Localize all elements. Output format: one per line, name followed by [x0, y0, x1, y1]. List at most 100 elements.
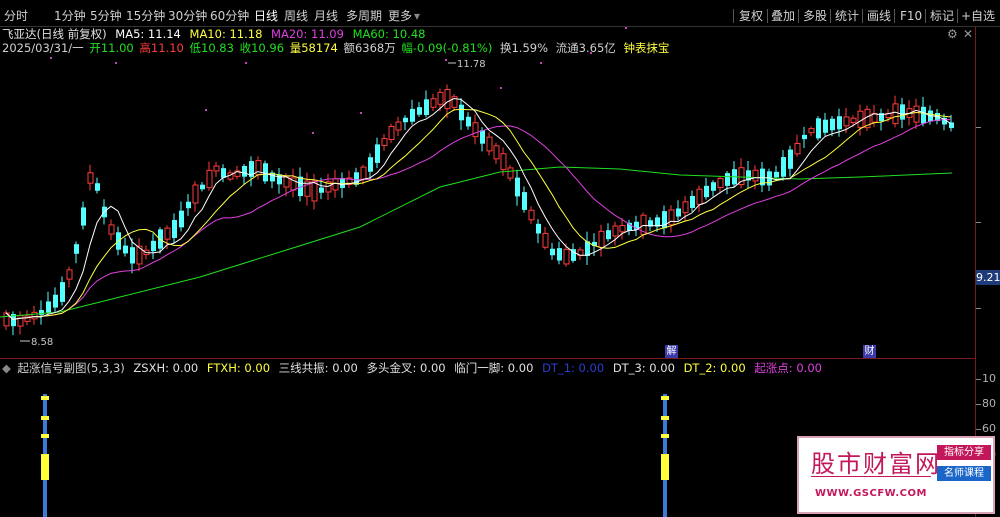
candle-body: [53, 294, 58, 308]
pane-divider: [0, 358, 975, 359]
candles-group: [3, 84, 954, 336]
marker-dot: [540, 62, 542, 64]
candle-body: [60, 282, 65, 302]
marker-dot: [50, 57, 52, 59]
tab-15min[interactable]: 15分钟: [126, 8, 165, 24]
divider: [957, 9, 958, 23]
tab-1min[interactable]: 1分钟: [54, 8, 86, 24]
low-label: 8.58: [31, 337, 53, 348]
candle-body: [507, 167, 514, 179]
signal-bar-right: [661, 394, 669, 517]
overlay-button[interactable]: 叠加: [771, 8, 795, 24]
candle-body: [493, 145, 500, 160]
candle-body: [823, 119, 828, 133]
signal-bar-yellow: [41, 416, 49, 420]
candle-body: [676, 208, 681, 217]
candle-body: [837, 116, 842, 130]
tab-fenshi[interactable]: 分时: [4, 8, 28, 24]
divider: [894, 9, 895, 23]
candle-body: [368, 157, 373, 172]
candle-body: [242, 166, 247, 177]
signal-bar-yellow: [661, 416, 669, 420]
candle-body: [752, 169, 759, 182]
watermark-badge-indicators: 指标分享: [937, 445, 991, 460]
candle-body: [696, 188, 703, 205]
divider: [733, 9, 734, 23]
candle-body: [725, 173, 730, 186]
candle-body: [417, 107, 422, 115]
watermark-title: 股市财富网: [811, 450, 941, 478]
axis-tick: [976, 308, 981, 309]
candle-body: [17, 315, 24, 327]
candle-body: [410, 108, 415, 122]
sub-tick-label: 10: [982, 372, 996, 385]
qzd-value: 起涨点: 0.00: [754, 361, 822, 375]
candle-body: [221, 168, 226, 178]
candle-body: [459, 104, 464, 121]
mark-button[interactable]: 标记: [930, 8, 954, 24]
watermark-url: WWW.GSCFW.COM: [815, 488, 927, 499]
signal-bar-yellow: [41, 434, 49, 438]
add-watchlist-button[interactable]: +自选: [961, 8, 995, 24]
candle-body: [480, 130, 485, 144]
watermark-badge-courses: 名师课程: [937, 466, 991, 481]
kline-chart[interactable]: 11.78 8.58: [0, 27, 975, 358]
indicator-name[interactable]: 起涨信号副图(5,3,3): [18, 361, 125, 375]
candle-body: [81, 207, 86, 226]
indicator-menu-icon[interactable]: ◆: [2, 361, 11, 375]
candle-body: [830, 118, 835, 131]
candle-body: [263, 163, 268, 182]
candle-body: [522, 192, 527, 210]
draw-line-button[interactable]: 画线: [867, 8, 891, 24]
axis-tick: [976, 222, 981, 223]
tab-30min[interactable]: 30分钟: [168, 8, 207, 24]
marker-dot: [205, 109, 207, 111]
candle-body: [466, 116, 471, 127]
tab-monthly[interactable]: 月线: [314, 8, 338, 24]
candle-body: [123, 245, 128, 254]
candle-body: [74, 244, 79, 254]
tab-daily[interactable]: 日线: [254, 8, 278, 24]
candle-body: [774, 171, 779, 178]
candle-body: [515, 177, 520, 197]
candle-body: [430, 98, 437, 108]
candle-body: [213, 165, 220, 172]
indicator-info-line: ◆ 起涨信号副图(5,3,3) ZSXH: 0.00 FTXH: 0.00 三线…: [0, 361, 1000, 375]
event-marker-unlock[interactable]: 解: [665, 345, 678, 358]
multi-stock-button[interactable]: 多股: [803, 8, 827, 24]
candle-body: [921, 106, 926, 124]
event-marker-finance[interactable]: 财: [863, 345, 876, 358]
stats-button[interactable]: 统计: [835, 8, 859, 24]
high-label: 11.78: [457, 59, 486, 70]
candle-body: [808, 128, 815, 134]
tab-60min[interactable]: 60分钟: [210, 8, 249, 24]
candle-body: [332, 178, 339, 191]
candle-body: [164, 227, 171, 240]
candle-body: [375, 144, 380, 163]
tab-more[interactable]: 更多: [388, 8, 412, 24]
candle-body: [319, 187, 324, 193]
axis-tick: [976, 404, 981, 405]
candle-body: [179, 210, 184, 228]
candle-body: [598, 230, 605, 248]
sxgz-value: 三线共振: 0.00: [278, 361, 358, 375]
tab-multi-period[interactable]: 多周期: [346, 8, 382, 24]
period-toolbar: 分时 1分钟 5分钟 15分钟 30分钟 60分钟 日线 周线 月线 多周期 更…: [0, 6, 1000, 27]
tab-5min[interactable]: 5分钟: [90, 8, 122, 24]
f10-button[interactable]: F10: [900, 8, 922, 24]
candle-body: [95, 183, 100, 191]
candle-body: [87, 172, 94, 184]
candle-body: [437, 91, 444, 105]
candle-body: [200, 184, 205, 190]
candle-body: [403, 117, 408, 123]
chevron-down-icon[interactable]: ▾: [414, 8, 420, 24]
candle-body: [186, 201, 191, 209]
candle-body: [619, 225, 626, 233]
candle-body: [277, 174, 282, 185]
fuquan-button[interactable]: 复权: [739, 8, 763, 24]
tab-weekly[interactable]: 周线: [284, 8, 308, 24]
marker-dot: [115, 62, 117, 64]
divider: [798, 9, 799, 23]
axis-tick: [976, 429, 981, 430]
candle-body: [340, 178, 345, 188]
